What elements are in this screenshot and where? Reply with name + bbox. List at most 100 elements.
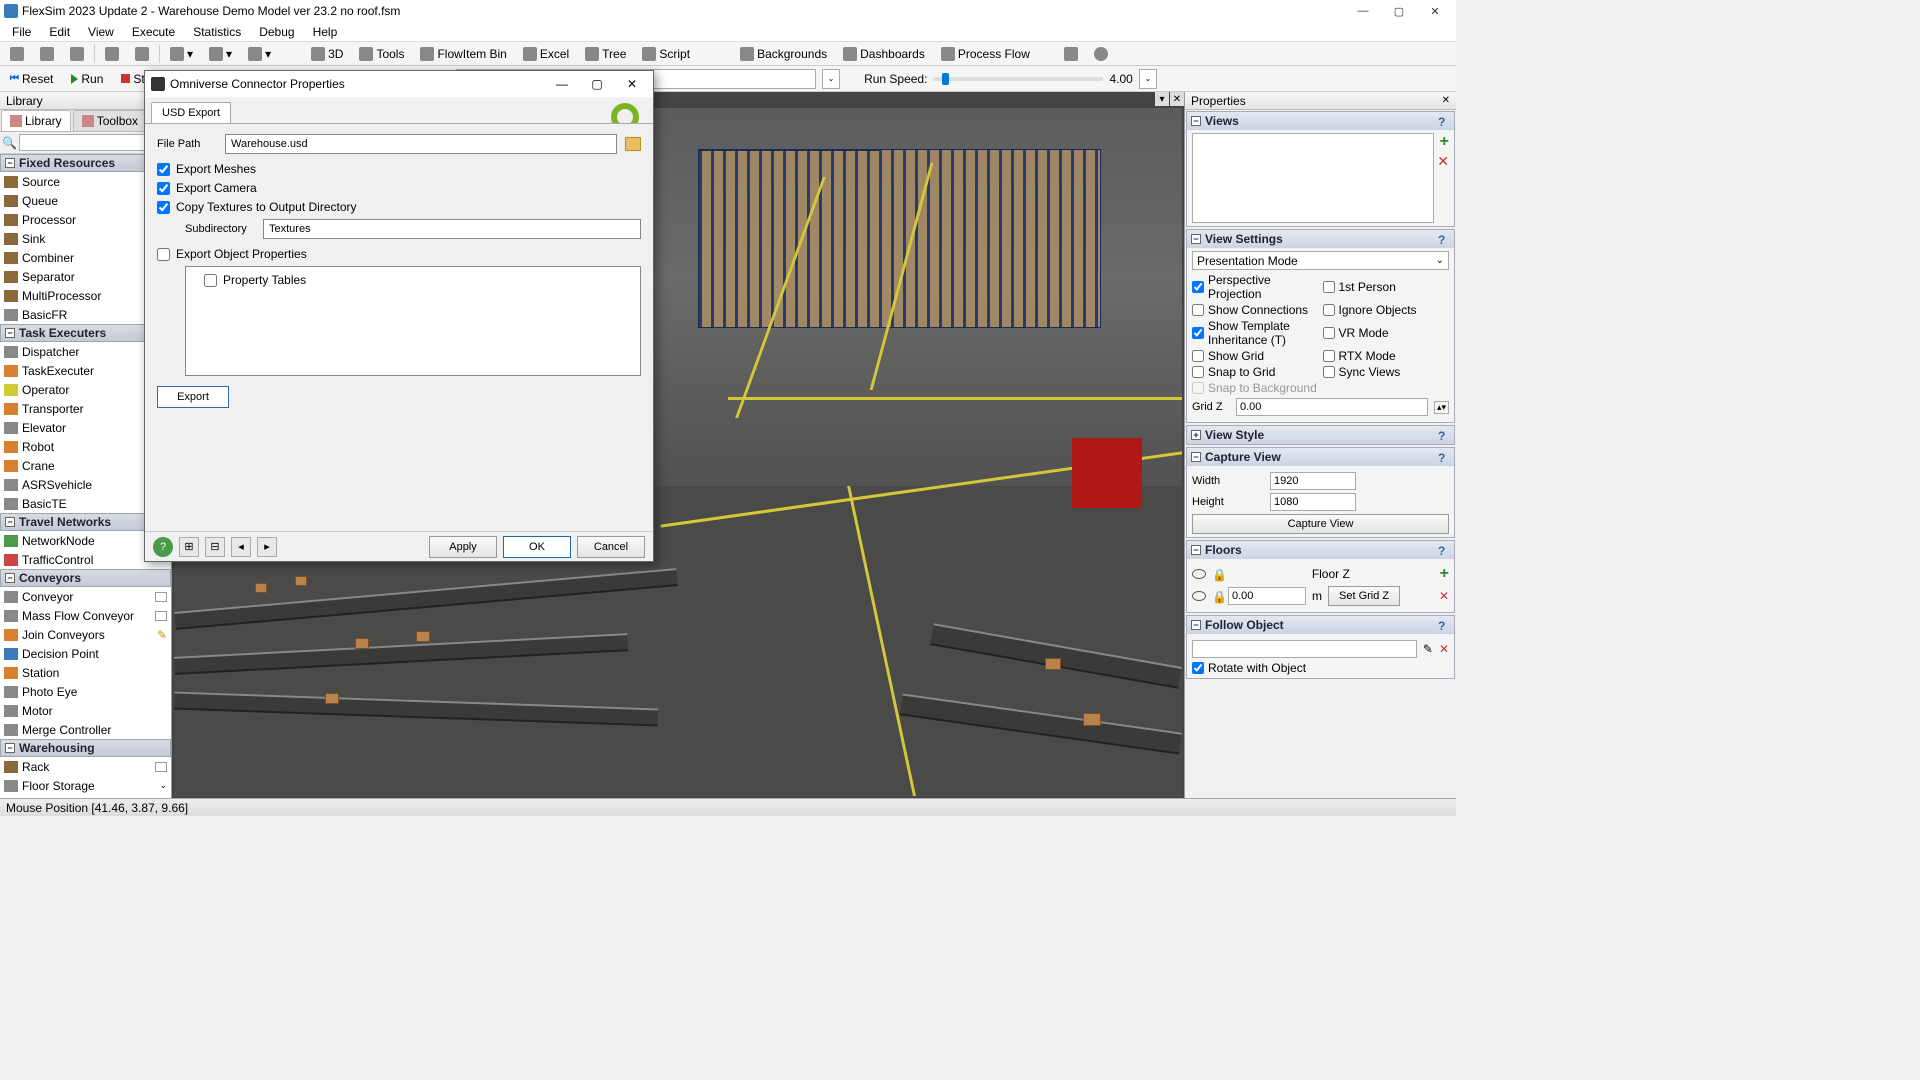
item-motor[interactable]: Motor xyxy=(0,701,171,720)
help-icon[interactable]: ? xyxy=(1438,233,1450,245)
menu-statistics[interactable]: Statistics xyxy=(185,23,249,41)
delete-floor-button[interactable]: ✕ xyxy=(1439,589,1449,603)
subdirectory-input[interactable] xyxy=(263,219,641,239)
toolbar-excel[interactable]: Excel xyxy=(517,44,575,64)
views-list[interactable] xyxy=(1192,133,1434,223)
runspeed-slider[interactable] xyxy=(933,77,1103,81)
gridz-spinner[interactable]: ▴▾ xyxy=(1434,401,1449,414)
remove-view-button[interactable]: ✕ xyxy=(1437,153,1449,170)
toolbar-misc1[interactable]: ▾ xyxy=(164,44,199,64)
tab-toolbox[interactable]: Toolbox xyxy=(73,110,147,131)
toolbar-new[interactable] xyxy=(4,44,30,64)
dialog-next[interactable]: ▸ xyxy=(257,537,277,557)
tab-usd-export[interactable]: USD Export xyxy=(151,102,231,123)
dialog-nav2[interactable]: ⊟ xyxy=(205,537,225,557)
edit-icon[interactable]: ✎ xyxy=(157,628,167,642)
category-warehousing[interactable]: −Warehousing xyxy=(0,739,171,757)
eye-icon[interactable] xyxy=(1192,591,1206,601)
toolbar-save[interactable] xyxy=(64,44,90,64)
item-decisionpoint[interactable]: Decision Point xyxy=(0,644,171,663)
chk-show-connections[interactable]: Show Connections xyxy=(1192,303,1319,317)
item-conveyor[interactable]: Conveyor xyxy=(0,587,171,606)
run-button[interactable]: Run xyxy=(65,69,109,89)
properties-close-icon[interactable]: ✕ xyxy=(1442,95,1450,106)
capture-width-input[interactable] xyxy=(1270,472,1356,490)
minimize-button[interactable]: — xyxy=(1346,1,1380,21)
dialog-nav1[interactable]: ⊞ xyxy=(179,537,199,557)
item-joinconveyors[interactable]: Join Conveyors✎ xyxy=(0,625,171,644)
toolbar-undo[interactable] xyxy=(99,44,125,64)
rack-extra-icon[interactable] xyxy=(155,762,167,772)
massflow-extra-icon[interactable] xyxy=(155,611,167,621)
menu-help[interactable]: Help xyxy=(305,23,346,41)
chk-first-person[interactable]: 1st Person xyxy=(1323,273,1450,301)
lock-icon[interactable]: 🔒 xyxy=(1212,568,1222,580)
help-icon[interactable]: ? xyxy=(1438,429,1450,441)
section-views[interactable]: −Views? xyxy=(1187,112,1454,130)
dialog-prev[interactable]: ◂ xyxy=(231,537,251,557)
eye-icon[interactable] xyxy=(1192,569,1206,579)
dialog-minimize[interactable]: — xyxy=(547,73,577,95)
chk-sync-views[interactable]: Sync Views xyxy=(1323,365,1450,379)
toolbar-tree[interactable]: Tree xyxy=(579,44,632,64)
toolbar-misc3[interactable]: ▾ xyxy=(242,44,277,64)
chk-perspective[interactable]: Perspective Projection xyxy=(1192,273,1319,301)
apply-button[interactable]: Apply xyxy=(429,536,497,558)
maximize-button[interactable]: ▢ xyxy=(1382,1,1416,21)
menu-debug[interactable]: Debug xyxy=(251,23,302,41)
menu-edit[interactable]: Edit xyxy=(41,23,78,41)
clear-follow-button[interactable]: ✕ xyxy=(1439,642,1449,656)
item-massflow[interactable]: Mass Flow Conveyor xyxy=(0,606,171,625)
conveyor-extra-icon[interactable] xyxy=(155,592,167,602)
chk-export-camera[interactable]: Export Camera xyxy=(157,181,641,195)
lock-icon[interactable]: 🔒 xyxy=(1212,590,1222,602)
category-conveyors[interactable]: −Conveyors xyxy=(0,569,171,587)
chk-ignore-objects[interactable]: Ignore Objects xyxy=(1323,303,1450,317)
tab-library[interactable]: Library xyxy=(1,110,71,131)
dialog-help-button[interactable]: ? xyxy=(153,537,173,557)
toolbar-help[interactable] xyxy=(1088,44,1114,64)
menu-execute[interactable]: Execute xyxy=(124,23,183,41)
section-view-style[interactable]: +View Style? xyxy=(1187,426,1454,444)
section-capture-view[interactable]: −Capture View? xyxy=(1187,448,1454,466)
section-view-settings[interactable]: −View Settings? xyxy=(1187,230,1454,248)
reset-button[interactable]: ⏮Reset xyxy=(4,69,59,89)
section-floors[interactable]: −Floors? xyxy=(1187,541,1454,559)
help-icon[interactable]: ? xyxy=(1438,115,1450,127)
chk-rotate-with-object[interactable]: Rotate with Object xyxy=(1192,661,1449,675)
item-mergecontroller[interactable]: Merge Controller xyxy=(0,720,171,739)
presentation-mode-dropdown[interactable]: Presentation Mode xyxy=(1192,251,1449,270)
chk-snap-grid[interactable]: Snap to Grid xyxy=(1192,365,1319,379)
chk-export-object-properties[interactable]: Export Object Properties xyxy=(157,247,641,261)
toolbar-dashboards[interactable]: Dashboards xyxy=(837,44,931,64)
toolbar-redo[interactable] xyxy=(129,44,155,64)
ok-button[interactable]: OK xyxy=(503,536,571,558)
item-rack[interactable]: Rack xyxy=(0,757,171,776)
chk-show-grid[interactable]: Show Grid xyxy=(1192,349,1319,363)
help-icon[interactable]: ? xyxy=(1438,451,1450,463)
slider-thumb[interactable] xyxy=(942,73,949,85)
add-view-button[interactable]: + xyxy=(1440,133,1449,151)
toolbar-backgrounds[interactable]: Backgrounds xyxy=(734,44,833,64)
toolbar-3d[interactable]: 3D xyxy=(305,44,349,64)
speed-dropdown[interactable]: ⌄ xyxy=(1139,69,1157,89)
toolbar-script[interactable]: Script xyxy=(636,44,696,64)
floor-z-input[interactable] xyxy=(1228,587,1306,605)
chk-property-tables[interactable]: Property Tables xyxy=(204,273,636,287)
toolbar-open[interactable] xyxy=(34,44,60,64)
menu-view[interactable]: View xyxy=(80,23,122,41)
dialog-close[interactable]: ✕ xyxy=(617,73,647,95)
set-gridz-button[interactable]: Set Grid Z xyxy=(1328,586,1400,606)
cancel-button[interactable]: Cancel xyxy=(577,536,645,558)
help-icon[interactable]: ? xyxy=(1438,619,1450,631)
filepath-input[interactable] xyxy=(225,134,617,154)
close-button[interactable]: ✕ xyxy=(1418,1,1452,21)
section-follow-object[interactable]: −Follow Object? xyxy=(1187,616,1454,634)
item-photoeye[interactable]: Photo Eye xyxy=(0,682,171,701)
export-button[interactable]: Export xyxy=(157,386,229,408)
gridz-input[interactable] xyxy=(1236,398,1428,416)
time-dropdown[interactable]: ⌄ xyxy=(822,69,840,89)
toolbar-flowitem[interactable]: FlowItem Bin xyxy=(414,44,512,64)
toolbar-misc2[interactable]: ▾ xyxy=(203,44,238,64)
menu-file[interactable]: File xyxy=(4,23,39,41)
